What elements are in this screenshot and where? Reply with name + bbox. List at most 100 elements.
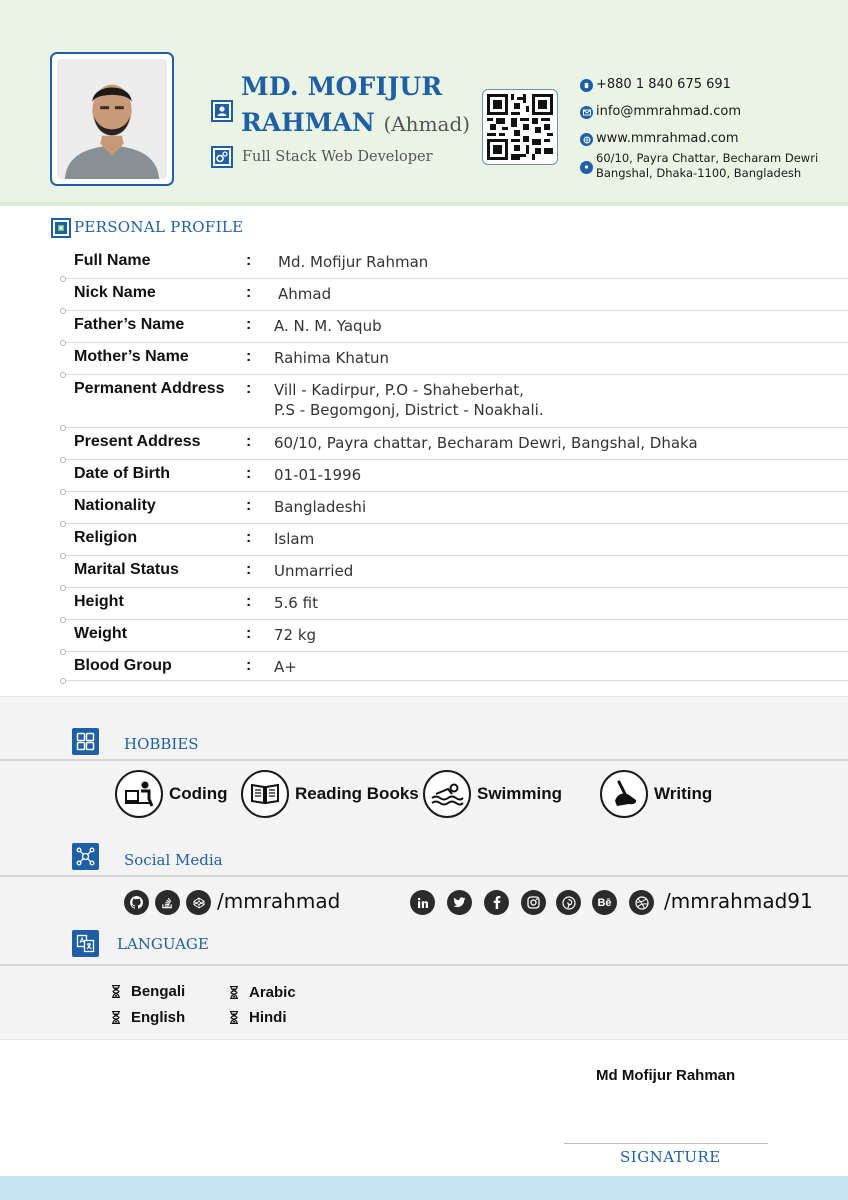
profile-row-full-name: Full Name: Md. Mofijur Rahman (60, 252, 848, 282)
profile-colon: : (246, 593, 252, 610)
profile-colon: : (246, 348, 252, 365)
profile-value: Md. Mofijur Rahman (278, 253, 429, 271)
behance-icon[interactable]: Bē (592, 890, 617, 915)
qr-code-pattern (487, 94, 553, 160)
profile-value: Islam (274, 530, 315, 548)
contact-email[interactable]: info@mmrahmad.com (580, 104, 741, 119)
person-photo-illustration (57, 59, 167, 179)
social-handle-secondary[interactable]: /mmrahmad91 (664, 889, 813, 913)
linkedin-icon[interactable] (410, 890, 435, 915)
profile-value: Rahima Khatun (274, 349, 389, 367)
hobby-label: Coding (169, 784, 228, 803)
profile-value: 60/10, Payra chattar, Becharam Dewri, Ba… (274, 434, 698, 452)
personal-profile-title: PERSONAL PROFILE (74, 218, 244, 236)
social-handle-primary[interactable]: /mmrahmad (217, 889, 340, 913)
language-item-english: English (111, 1009, 185, 1026)
profile-section-icon (51, 218, 71, 238)
hourglass-icon (112, 1011, 120, 1024)
profile-label: Nick Name (74, 284, 156, 301)
codepen-icon[interactable] (186, 890, 211, 915)
row-bullet (60, 372, 66, 378)
writing-hand-icon (600, 770, 648, 818)
contact-website[interactable]: www.mmrahmad.com (580, 131, 739, 146)
hobby-label: Reading Books (295, 784, 419, 803)
profile-colon: : (246, 657, 252, 674)
language-label: English (131, 1009, 186, 1026)
language-title: LANGUAGE (117, 935, 209, 953)
row-bullet (60, 585, 66, 591)
candidate-name-first: MD. MOFIJUR (241, 72, 443, 101)
open-book-icon (241, 770, 289, 818)
profile-row-weight: Weight: 72 kg (60, 625, 848, 655)
profile-value: Ahmad (278, 285, 332, 303)
instagram-icon[interactable] (521, 890, 546, 915)
address-line-2: Bangshal, Dhaka-1100, Bangladesh (596, 165, 802, 180)
website-url: www.mmrahmad.com (596, 131, 739, 146)
profile-value: 72 kg (274, 626, 317, 644)
profile-colon: : (246, 316, 252, 333)
network-icon (72, 843, 99, 870)
profile-value: Vill - Kadirpur, P.O - Shaheberhat, P.S -… (274, 380, 544, 420)
pinterest-icon[interactable] (556, 890, 581, 915)
row-bullet (60, 678, 66, 684)
twitter-icon[interactable] (447, 890, 472, 915)
hobby-swimming: Swimming (423, 770, 562, 818)
profile-colon: : (246, 561, 252, 578)
gears-icon (211, 146, 233, 168)
dribbble-icon[interactable] (629, 890, 654, 915)
profile-colon: : (246, 497, 252, 514)
stackoverflow-icon[interactable] (155, 890, 180, 915)
row-bullet (60, 553, 66, 559)
phone-icon (580, 79, 593, 92)
phone-number: +880 1 840 675 691 (596, 77, 731, 92)
language-label: Hindi (249, 1009, 287, 1026)
language-item-arabic: Arabic (229, 984, 296, 1001)
language-item-hindi: Hindi (229, 1009, 287, 1026)
address-text: 60/10, Payra Chattar, Becharam Dewri Bang… (596, 151, 818, 180)
hourglass-icon (230, 1011, 238, 1024)
hourglass-icon (230, 986, 238, 999)
profile-colon: : (246, 625, 252, 642)
profile-label: Father’s Name (74, 316, 185, 333)
hobby-reading-books: Reading Books (241, 770, 419, 818)
candidate-surname: RAHMAN (241, 108, 375, 137)
footer-bar (0, 1176, 848, 1200)
signatory-name: Md Mofijur Rahman (596, 1067, 736, 1084)
profile-row-father-name: Father’s Name: A. N. M. Yaqub (60, 316, 848, 346)
signature-label: SIGNATURE (620, 1148, 721, 1166)
facebook-icon[interactable] (484, 890, 509, 915)
profile-row-permanent-address: Permanent Address: Vill - Kadirpur, P.O -… (60, 380, 848, 431)
job-title: Full Stack Web Developer (242, 149, 433, 165)
profile-colon: : (246, 529, 252, 546)
profile-label: Present Address (74, 433, 201, 450)
profile-row-height: Height: 5.6 fit (60, 593, 848, 623)
hobby-label: Swimming (477, 784, 563, 803)
profile-row-nationality: Nationality: Bangladeshi (60, 497, 848, 527)
profile-label: Height (74, 593, 124, 610)
profile-label: Mother’s Name (74, 348, 189, 365)
qr-code[interactable] (482, 89, 558, 165)
profile-value: A. N. M. Yaqub (274, 317, 382, 335)
social-media-title: Social Media (124, 851, 223, 869)
language-item-bengali: Bengali (111, 983, 185, 1000)
candidate-nickname: (Ahmad) (383, 112, 471, 136)
contact-phone[interactable]: +880 1 840 675 691 (580, 77, 731, 92)
profile-colon: : (246, 380, 252, 397)
profile-label: Permanent Address (74, 380, 225, 397)
signature-line (564, 1143, 768, 1144)
hobby-label: Writing (654, 784, 713, 803)
social-divider (0, 875, 848, 877)
user-card-icon (211, 100, 233, 122)
location-pin-icon (580, 161, 593, 174)
email-address: info@mmrahmad.com (596, 104, 742, 119)
row-bullet (60, 308, 66, 314)
hourglass-icon (112, 985, 120, 998)
row-bullet (60, 617, 66, 623)
swimmer-icon (423, 770, 471, 818)
profile-colon: : (246, 284, 252, 301)
profile-colon: : (246, 433, 252, 450)
github-icon[interactable] (124, 890, 149, 915)
profile-colon: : (246, 252, 252, 269)
profile-label: Nationality (74, 497, 156, 514)
row-bullet (60, 457, 66, 463)
